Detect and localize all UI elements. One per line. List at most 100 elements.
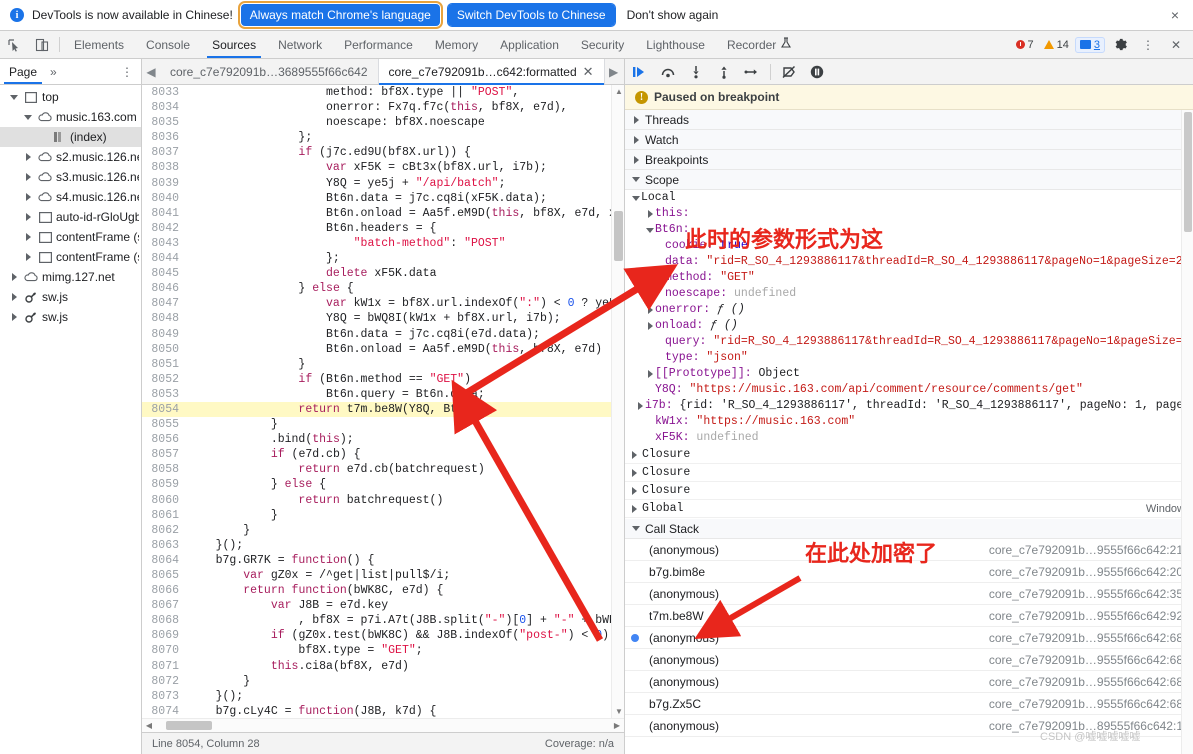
twisty-down-icon[interactable]	[22, 114, 34, 120]
section-threads[interactable]: Threads	[625, 110, 1193, 130]
code-line[interactable]: 8035 noescape: bf8X.noescape	[142, 115, 624, 131]
tree-item-auto-id-frame[interactable]: auto-id-rGloUgb	[0, 207, 141, 227]
twisty-down-icon[interactable]	[8, 94, 20, 100]
close-tab-icon[interactable]: ✕	[583, 64, 594, 80]
code-line[interactable]: 8061 }	[142, 507, 624, 523]
line-number[interactable]: 8042	[142, 220, 186, 236]
code-line[interactable]: 8066 return function(bWK8C, e7d) {	[142, 583, 624, 599]
code-line[interactable]: 8065 var gZ0x = /^get|list|pull$/i;	[142, 568, 624, 584]
editor-vertical-scrollbar[interactable]: ▲ ▼	[611, 85, 624, 718]
scope-closure-row[interactable]: Global Window	[625, 500, 1193, 518]
call-stack-row[interactable]: (anonymous) core_c7e792091b…9555f66c642:6…	[625, 627, 1193, 649]
scope-row[interactable]: method: "GET"	[625, 270, 1193, 286]
twisty-right-icon[interactable]	[629, 486, 639, 495]
tab-application[interactable]: Application	[489, 31, 570, 58]
code-line[interactable]: 8043 "batch-method": "POST"	[142, 235, 624, 252]
code-line[interactable]: 8049 Bt6n.data = j7c.cq8i(e7d.data);	[142, 326, 624, 342]
call-stack-location[interactable]: core_c7e792091b…9555f66c642:68	[989, 697, 1193, 711]
settings-gear-icon[interactable]	[1107, 32, 1133, 58]
line-number[interactable]: 8062	[142, 522, 186, 538]
twisty-right-icon[interactable]	[22, 233, 34, 241]
step-over-next-function-call-icon[interactable]	[655, 60, 681, 84]
line-number[interactable]: 8060	[142, 492, 186, 508]
line-number[interactable]: 8034	[142, 100, 186, 116]
code-line[interactable]: 8069 if (gZ0x.test(bWK8C) && J8B.indexOf…	[142, 628, 624, 644]
line-number[interactable]: 8059	[142, 477, 186, 493]
scroll-up-arrow-icon[interactable]: ▲	[615, 87, 623, 96]
tree-item-music163[interactable]: music.163.com	[0, 107, 141, 127]
line-number[interactable]: 8066	[142, 583, 186, 599]
line-number[interactable]: 8054	[142, 401, 186, 418]
twisty-right-icon[interactable]	[22, 213, 34, 221]
dont-show-again-link[interactable]: Don't show again	[627, 8, 719, 22]
source-code-editor[interactable]: 8033 method: bf8X.type || "POST", 8034 on…	[142, 85, 624, 732]
scope-row[interactable]: i7b: {rid: 'R_SO_4_1293886117', threadId…	[625, 398, 1193, 414]
code-line[interactable]: 8072 }	[142, 673, 624, 689]
twisty-right-icon[interactable]	[22, 153, 34, 161]
tree-item-contentframe-1[interactable]: contentFrame (sc	[0, 227, 141, 247]
code-line[interactable]: 8042 Bt6n.headers = {	[142, 220, 624, 236]
scope-row[interactable]: noescape: undefined	[625, 286, 1193, 302]
line-number[interactable]: 8055	[142, 417, 186, 433]
line-number[interactable]: 8070	[142, 643, 186, 659]
line-number[interactable]: 8048	[142, 311, 186, 327]
editor-vscroll-thumb[interactable]	[614, 211, 623, 261]
step-out-of-current-function-icon[interactable]	[711, 60, 737, 84]
code-line[interactable]: 8046 } else {	[142, 281, 624, 297]
line-number[interactable]: 8067	[142, 598, 186, 614]
line-number[interactable]: 8036	[142, 130, 186, 146]
scope-closure-row[interactable]: Closure	[625, 446, 1193, 464]
tab-recorder[interactable]: Recorder	[716, 31, 802, 58]
scope-row[interactable]: data: "rid=R_SO_4_1293886117&threadId=R_…	[625, 254, 1193, 270]
code-line[interactable]: 8067 var J8B = e7d.key	[142, 598, 624, 614]
twisty-right-icon[interactable]	[8, 313, 20, 321]
twisty-right-icon[interactable]	[645, 370, 655, 378]
tab-console[interactable]: Console	[135, 31, 201, 58]
code-line[interactable]: 8056 .bind(this);	[142, 432, 624, 448]
twisty-right-icon[interactable]	[8, 273, 20, 281]
debugger-vertical-scrollbar[interactable]	[1181, 110, 1193, 754]
call-stack-location[interactable]: core_c7e792091b…9555f66c642:20	[989, 565, 1193, 579]
switch-devtools-to-chinese-button[interactable]: Switch DevTools to Chinese	[446, 3, 616, 27]
call-stack-location[interactable]: core_c7e792091b…9555f66c642:21	[989, 543, 1193, 557]
code-line[interactable]: 8073 }();	[142, 688, 624, 704]
customize-devtools-dots-icon[interactable]: ⋮	[1135, 32, 1161, 58]
code-lines-container[interactable]: 8033 method: bf8X.type || "POST", 8034 on…	[142, 85, 624, 718]
scope-row[interactable]: onload: ƒ ()	[625, 318, 1193, 334]
twisty-right-icon[interactable]	[631, 155, 641, 164]
code-line[interactable]: 8044 };	[142, 251, 624, 267]
line-number[interactable]: 8064	[142, 552, 186, 568]
code-line[interactable]: 8036 };	[142, 130, 624, 146]
scope-row[interactable]: type: "json"	[625, 350, 1193, 366]
editor-hscroll-thumb[interactable]	[166, 721, 212, 730]
line-number[interactable]: 8058	[142, 462, 186, 478]
code-line[interactable]: 8063 }();	[142, 537, 624, 553]
twisty-right-icon[interactable]	[645, 210, 655, 218]
pause-on-exceptions-icon[interactable]	[804, 60, 830, 84]
tab-elements[interactable]: Elements	[63, 31, 135, 58]
line-number[interactable]: 8047	[142, 296, 186, 312]
tree-item-swjs-2[interactable]: sw.js	[0, 307, 141, 327]
code-line[interactable]: 8039 Y8Q = ye5j + "/api/batch";	[142, 175, 624, 191]
scope-row[interactable]: this:	[625, 206, 1193, 222]
line-number[interactable]: 8052	[142, 371, 186, 387]
debugger-vscroll-thumb[interactable]	[1184, 112, 1192, 232]
scope-row[interactable]: query: "rid=R_SO_4_1293886117&threadId=R…	[625, 334, 1193, 350]
code-line[interactable]: 8033 method: bf8X.type || "POST",	[142, 85, 624, 101]
file-tab-core-original[interactable]: core_c7e792091b…3689555f66c642	[160, 59, 379, 84]
code-line[interactable]: 8047 var kW1x = bf8X.url.indexOf(":") < …	[142, 296, 624, 312]
call-stack-row[interactable]: (anonymous) core_c7e792091b…9555f66c642:2…	[625, 539, 1193, 561]
tab-security[interactable]: Security	[570, 31, 635, 58]
scope-row[interactable]: Bt6n:	[625, 222, 1193, 238]
code-line[interactable]: 8037 if (j7c.ed9U(bf8X.url)) {	[142, 145, 624, 161]
hscroll-left-arrow-icon[interactable]: ◀	[142, 721, 156, 730]
code-line[interactable]: 8064 b7g.GR7K = function() {	[142, 552, 624, 568]
code-line[interactable]: 8053 Bt6n.query = Bt6n.data;	[142, 386, 624, 402]
navigator-menu-dots-icon[interactable]: ⋮	[113, 66, 141, 78]
code-line[interactable]: 8058 return e7d.cb(batchrequest)	[142, 462, 624, 478]
close-devtools-icon[interactable]: ✕	[1163, 32, 1189, 58]
call-stack-location[interactable]: core_c7e792091b…89555f66c642:1	[989, 719, 1193, 733]
line-number[interactable]: 8051	[142, 356, 186, 372]
call-stack-row[interactable]: (anonymous) core_c7e792091b…9555f66c642:6…	[625, 671, 1193, 693]
line-number[interactable]: 8038	[142, 160, 186, 176]
